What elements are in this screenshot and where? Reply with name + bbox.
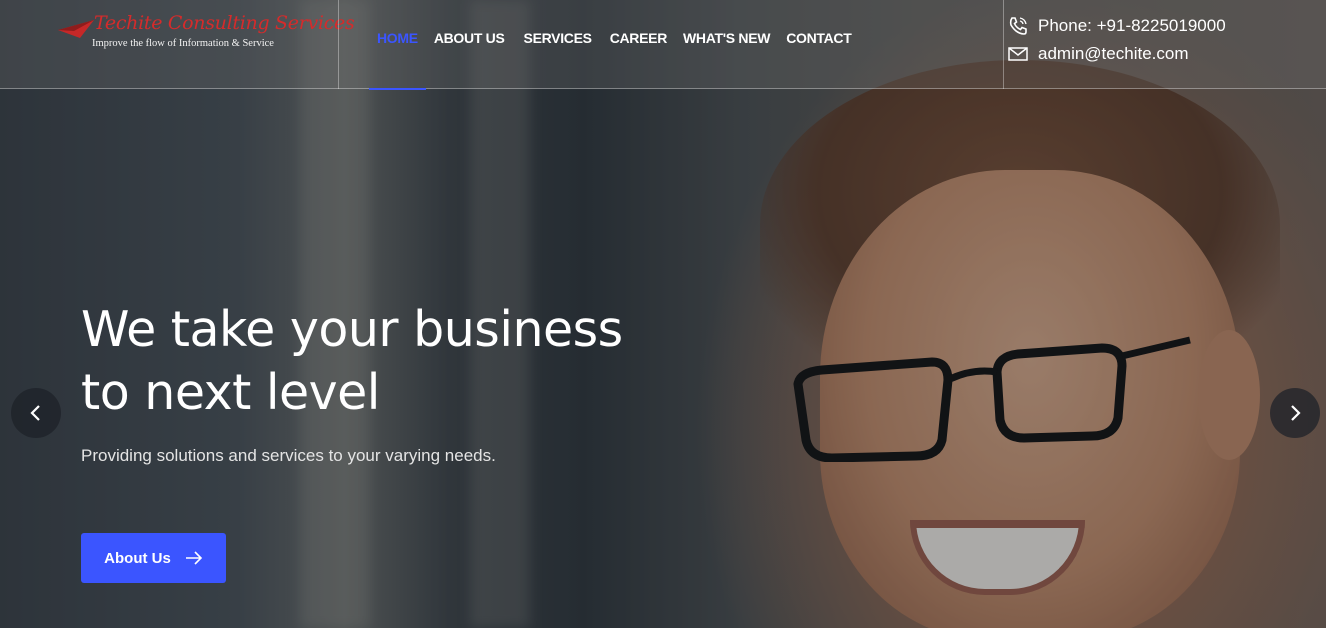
- chevron-left-icon: [30, 405, 40, 421]
- slider-next-button[interactable]: [1270, 388, 1320, 438]
- nav-whats-new[interactable]: WHAT'S NEW: [675, 0, 778, 89]
- hero-title-line-1: We take your business: [81, 301, 623, 358]
- nav-career[interactable]: CAREER: [602, 0, 675, 89]
- about-us-button[interactable]: About Us: [81, 533, 226, 583]
- header-divider: [1003, 0, 1004, 89]
- brand-tagline: Improve the flow of Information & Servic…: [92, 38, 274, 49]
- brand-name: Techite Consulting Services: [94, 12, 355, 34]
- slider-prev-button[interactable]: [11, 388, 61, 438]
- header-divider: [338, 0, 339, 89]
- email-text: admin@techite.com: [1038, 44, 1189, 63]
- hero-title-line-2: to next level: [81, 364, 380, 421]
- chevron-right-icon: [1291, 405, 1301, 421]
- site-header: Techite Consulting Services Improve the …: [0, 0, 1326, 90]
- logo[interactable]: Techite Consulting Services Improve the …: [58, 12, 355, 52]
- contact-info: Phone: +91-8225019000 admin@techite.com: [1007, 12, 1226, 68]
- phone-text: Phone: +91-8225019000: [1038, 16, 1226, 35]
- hero-subtitle: Providing solutions and services to your…: [81, 446, 496, 465]
- nav-services[interactable]: SERVICES: [513, 0, 602, 89]
- nav-home[interactable]: HOME: [369, 0, 426, 90]
- contact-email[interactable]: admin@techite.com: [1007, 40, 1226, 68]
- paper-plane-logo-icon: [58, 20, 94, 38]
- hero-title: We take your business to next level: [81, 298, 781, 424]
- main-nav: HOME ABOUT US SERVICES CAREER WHAT'S NEW…: [369, 0, 859, 90]
- phone-icon: [1007, 15, 1029, 37]
- about-us-button-label: About Us: [104, 549, 171, 567]
- contact-phone[interactable]: Phone: +91-8225019000: [1007, 12, 1226, 40]
- arrow-right-icon: [185, 551, 202, 565]
- mail-icon: [1007, 43, 1029, 65]
- nav-about-us[interactable]: ABOUT US: [426, 0, 513, 89]
- nav-contact[interactable]: CONTACT: [778, 0, 859, 89]
